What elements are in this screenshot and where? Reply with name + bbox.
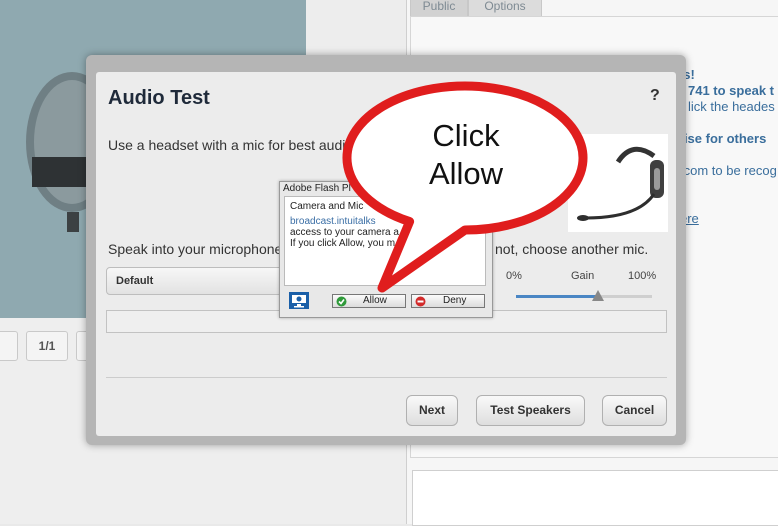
help-icon[interactable]: ? [650,87,660,105]
gain-max-label: 100% [628,270,657,282]
speak-prompt: Speak into your microphone [108,241,283,257]
headset-hint: Use a headset with a mic for best audio [108,137,354,153]
callout-line-1: Click [432,118,500,153]
gain-slider-fill [516,295,598,298]
callout-line-2: Allow [428,156,504,191]
monitor-settings-icon[interactable] [288,291,310,310]
next-button[interactable]: Next [406,395,458,426]
microphone-select[interactable]: Default [106,267,290,295]
panel-text: lick the heades [688,99,775,114]
chat-input[interactable] [412,470,778,526]
deny-button-label: Deny [443,295,467,306]
dialog-title: Audio Test [108,87,210,109]
panel-text: 741 to speak t [688,83,774,98]
page-indicator-button[interactable]: 1/1 [26,331,68,361]
panel-text: oise for others [676,131,767,146]
gain-slider-handle[interactable] [591,290,604,301]
allow-button[interactable]: Allow [332,294,406,308]
cancel-button[interactable]: Cancel [602,395,667,426]
allow-check-icon [336,296,347,307]
dialog-divider [106,377,667,378]
allow-button-label: Allow [363,295,387,306]
callout-text: Click Allow [410,117,522,193]
panel-link[interactable]: .com to be recog [680,163,777,178]
test-speakers-button[interactable]: Test Speakers [476,395,585,426]
control-button[interactable] [0,331,18,361]
deny-stop-icon [415,296,426,307]
deny-button[interactable]: Deny [411,294,485,308]
